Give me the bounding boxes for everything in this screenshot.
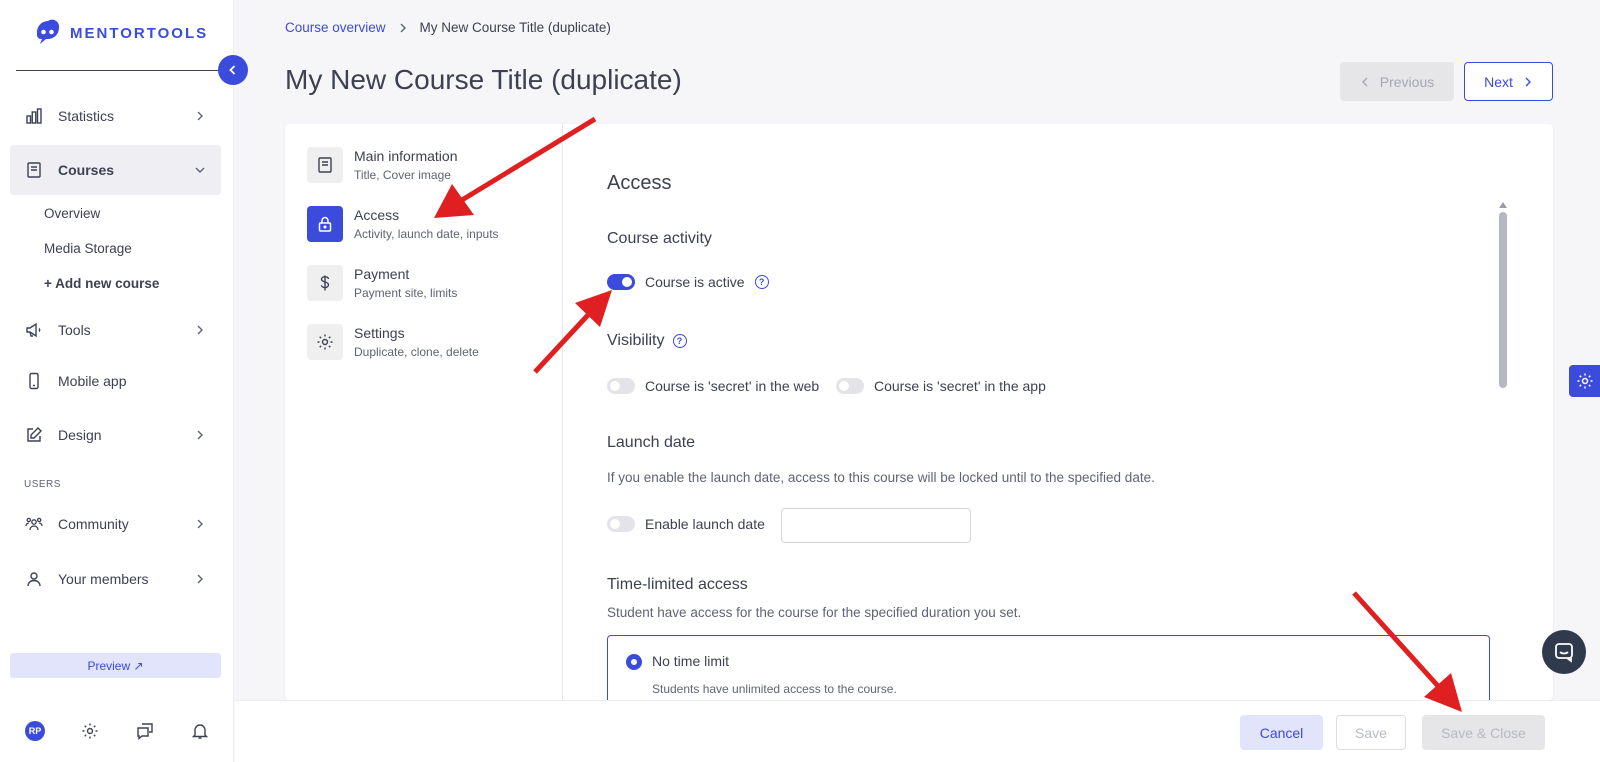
previous-button[interactable]: Previous <box>1340 62 1454 101</box>
launch-date-heading: Launch date <box>607 434 696 451</box>
sidebar-subitem-media-storage[interactable]: Media Storage <box>44 241 132 256</box>
sidebar-subitem-overview[interactable]: Overview <box>44 206 100 221</box>
content-scrollbar[interactable] <box>1499 202 1507 700</box>
sidebar: MENTORTOOLS Statistics Courses Overview … <box>0 0 234 762</box>
step-access[interactable]: Access Activity, launch date, inputs <box>307 205 499 243</box>
community-icon <box>24 514 44 534</box>
bell-icon[interactable] <box>190 721 210 741</box>
user-icon <box>24 569 44 589</box>
mobile-icon <box>24 371 44 391</box>
brand-name: MENTORTOOLS <box>70 24 209 42</box>
chevron-left-icon <box>229 65 236 75</box>
gear-icon <box>307 324 343 360</box>
avatar[interactable]: RP <box>25 721 45 741</box>
preview-button[interactable]: Preview ↗ <box>10 653 221 678</box>
save-button[interactable]: Save <box>1336 715 1406 750</box>
scrollbar-thumb[interactable] <box>1499 212 1507 388</box>
scroll-up-arrow-icon[interactable] <box>1499 202 1507 208</box>
chevron-right-icon <box>193 428 207 442</box>
secret-web-toggle[interactable] <box>607 378 635 394</box>
cancel-button[interactable]: Cancel <box>1240 715 1323 750</box>
help-icon[interactable]: ? <box>754 275 769 289</box>
breadcrumb: Course overview My New Course Title (dup… <box>285 20 611 35</box>
floating-settings-button[interactable] <box>1569 365 1600 397</box>
course-activity-heading: Course activity <box>607 230 712 247</box>
collapse-sidebar-button[interactable] <box>218 55 248 85</box>
book-icon <box>307 147 343 183</box>
support-chat-button[interactable] <box>1542 630 1586 674</box>
launch-date-description: If you enable the launch date, access to… <box>607 470 1155 485</box>
launch-date-input[interactable] <box>781 508 971 543</box>
chat-icon[interactable] <box>135 721 155 741</box>
bar-chart-icon <box>24 106 44 126</box>
megaphone-icon <box>24 320 44 340</box>
breadcrumb-current: My New Course Title (duplicate) <box>419 20 611 35</box>
next-button[interactable]: Next <box>1464 62 1553 101</box>
book-icon <box>24 160 44 180</box>
dollar-icon <box>307 265 343 301</box>
secret-app-row: Course is 'secret' in the app <box>836 378 1046 394</box>
chevron-left-icon <box>1361 77 1368 86</box>
gear-icon <box>1577 373 1592 389</box>
sidebar-divider <box>16 70 218 71</box>
no-time-limit-radio[interactable] <box>626 654 642 670</box>
chevron-right-icon <box>193 109 207 123</box>
chevron-right-icon <box>193 572 207 586</box>
chevron-right-icon <box>400 23 406 32</box>
chevron-right-icon <box>1525 77 1531 86</box>
gear-icon[interactable] <box>80 721 100 741</box>
course-active-row: Course is active ? <box>607 274 769 290</box>
enable-launch-toggle[interactable] <box>607 516 635 532</box>
secret-web-row: Course is 'secret' in the web <box>607 378 819 394</box>
sidebar-item-statistics[interactable]: Statistics <box>10 91 221 141</box>
enable-launch-row: Enable launch date <box>607 516 765 532</box>
step-main-information[interactable]: Main information Title, Cover image <box>307 146 458 184</box>
course-editor-card: Main information Title, Cover image Acce… <box>285 124 1553 700</box>
course-active-toggle[interactable] <box>607 274 635 290</box>
sidebar-bottom-toolbar: RP <box>25 721 210 741</box>
card-divider <box>562 124 563 700</box>
sidebar-item-courses[interactable]: Courses <box>10 145 221 195</box>
sidebar-subitem-add-course[interactable]: + Add new course <box>44 276 159 291</box>
save-close-button[interactable]: Save & Close <box>1422 715 1545 750</box>
robot-logo-icon <box>37 19 60 44</box>
time-limited-heading: Time-limited access <box>607 576 748 593</box>
step-settings[interactable]: Settings Duplicate, clone, delete <box>307 323 479 361</box>
visibility-heading: Visibility ? <box>607 332 687 350</box>
page-title: My New Course Title (duplicate) <box>285 64 682 95</box>
sidebar-item-design[interactable]: Design <box>10 410 221 460</box>
chevron-down-icon <box>193 163 207 177</box>
sidebar-item-community[interactable]: Community <box>10 499 221 549</box>
sidebar-item-tools[interactable]: Tools <box>10 305 221 355</box>
chevron-right-icon <box>193 323 207 337</box>
brand-logo[interactable]: MENTORTOOLS <box>34 19 208 47</box>
secret-app-toggle[interactable] <box>836 378 864 394</box>
help-icon[interactable]: ? <box>672 334 687 348</box>
sidebar-section-users: USERS <box>24 479 61 490</box>
section-title: Access <box>607 172 672 194</box>
edit-icon <box>24 425 44 445</box>
sidebar-item-mobile-app[interactable]: Mobile app <box>10 356 221 406</box>
no-time-limit-option[interactable]: No time limit Students have unlimited ac… <box>607 635 1490 700</box>
chevron-right-icon <box>193 517 207 531</box>
step-payment[interactable]: Payment Payment site, limits <box>307 264 457 302</box>
breadcrumb-link[interactable]: Course overview <box>285 20 386 35</box>
sidebar-item-your-members[interactable]: Your members <box>10 554 221 604</box>
lock-icon <box>307 206 343 242</box>
chat-bubble-icon <box>1555 643 1573 663</box>
time-limited-description: Student have access for the course for t… <box>607 605 1022 620</box>
